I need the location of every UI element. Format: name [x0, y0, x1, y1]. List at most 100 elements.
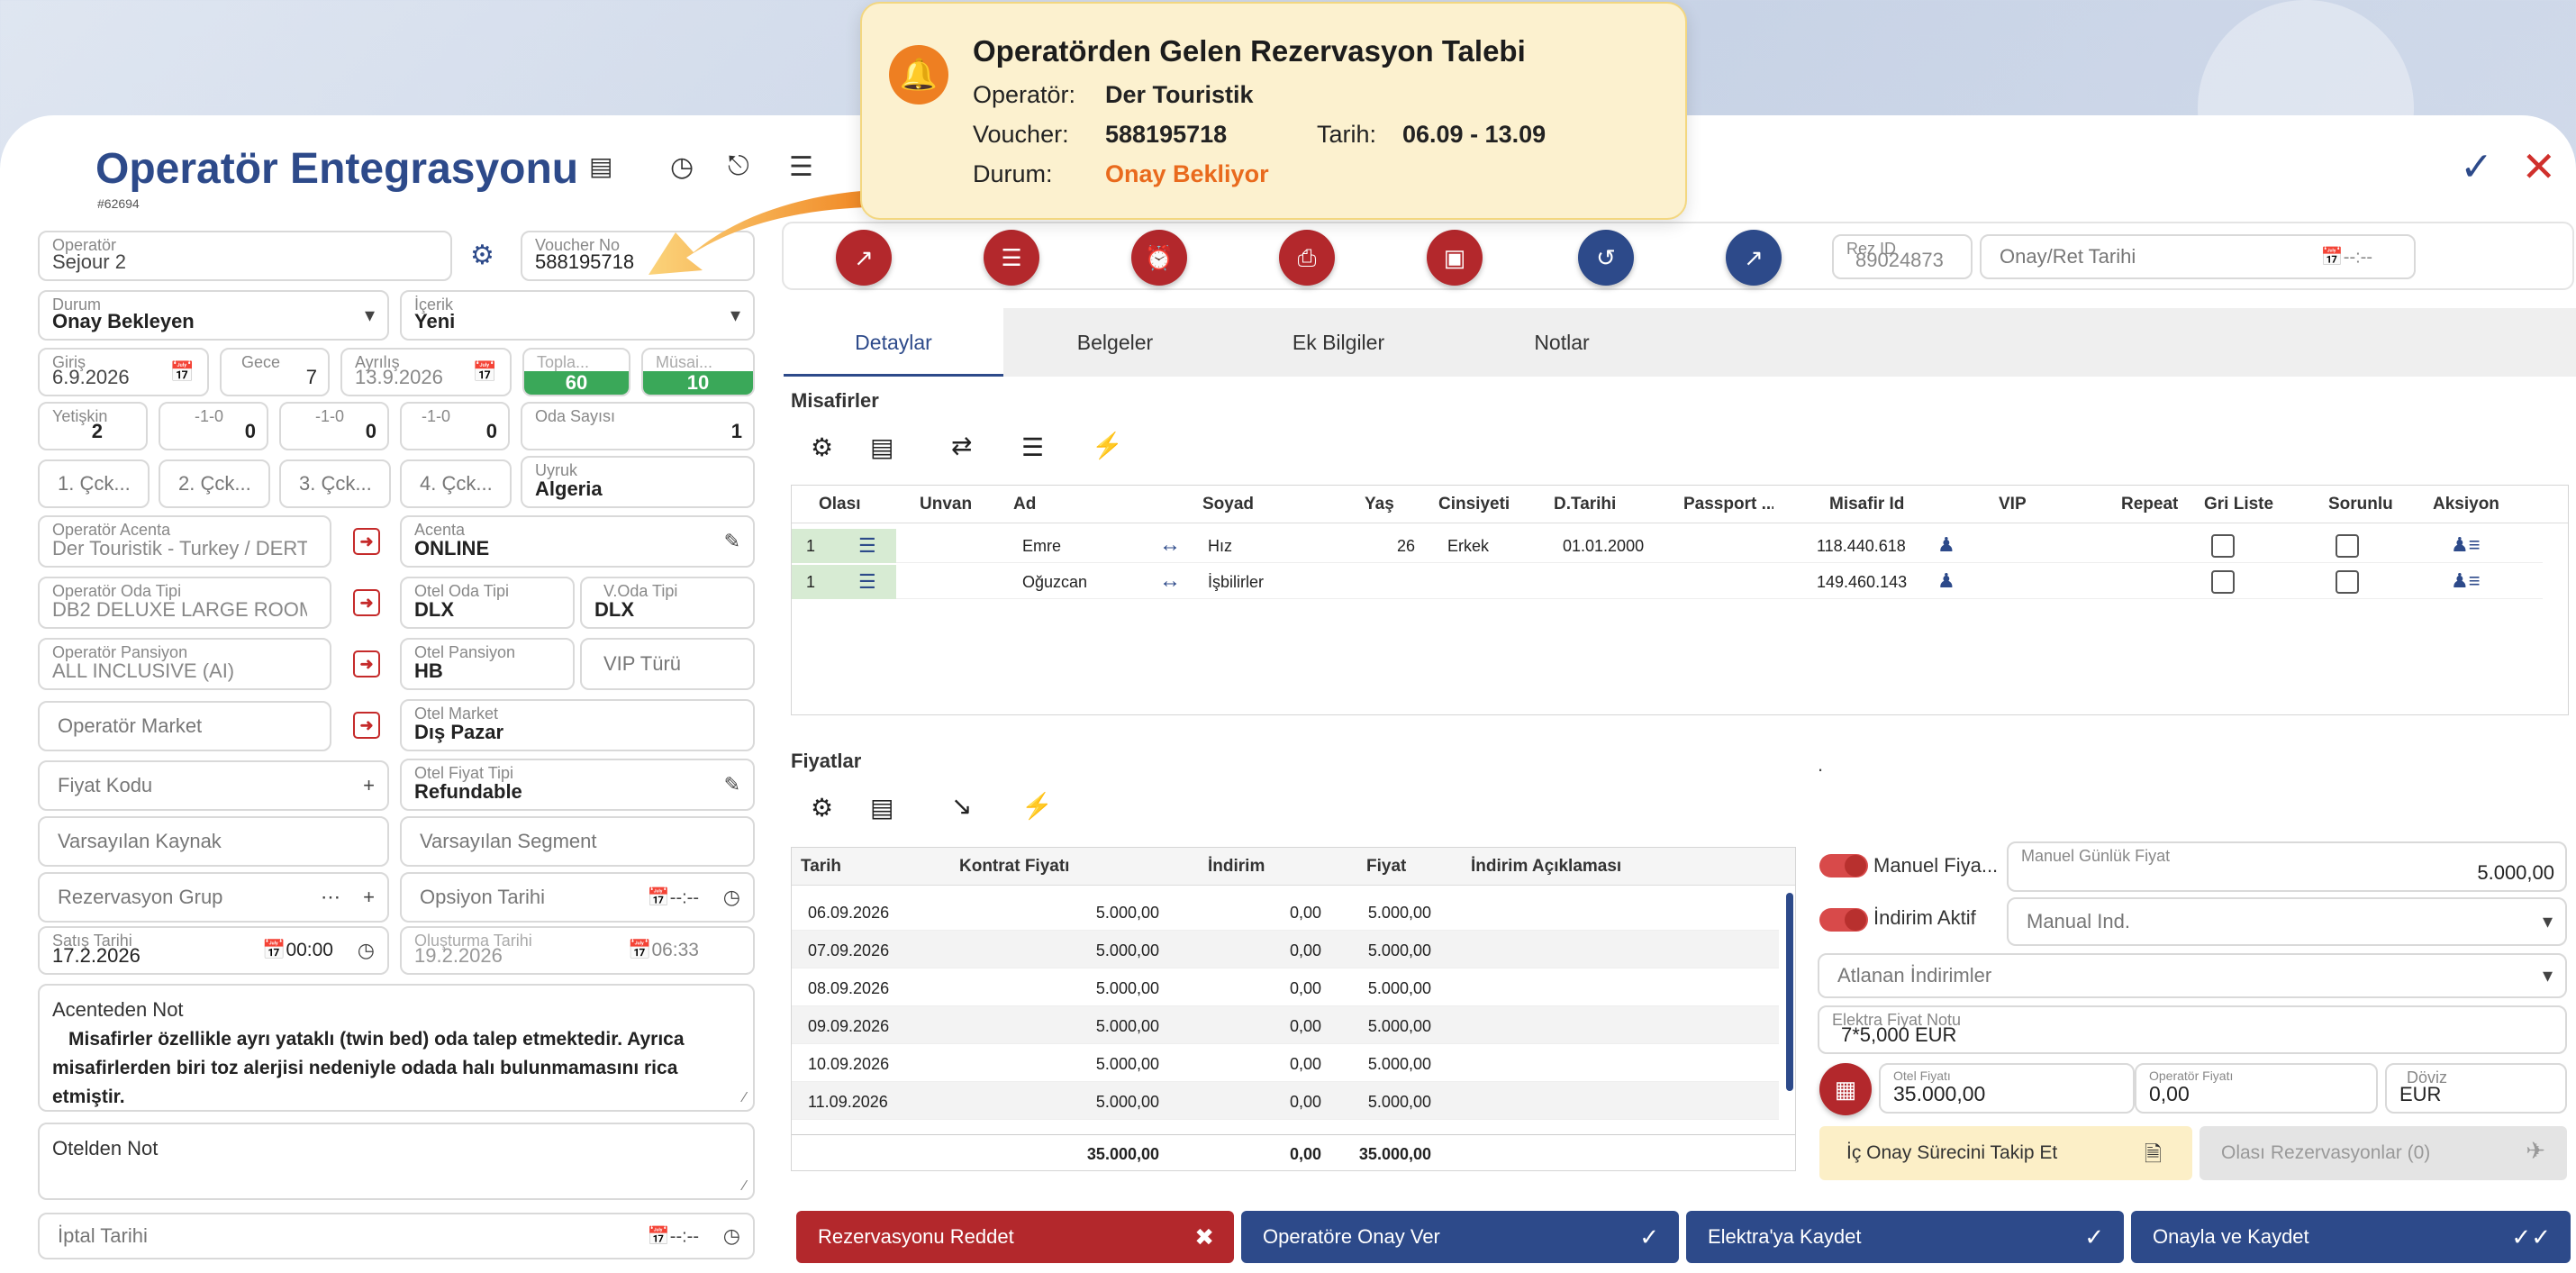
- iptal-tarihi-field[interactable]: İptal Tarihi 📅--:-- ◷: [38, 1213, 755, 1259]
- gece-field[interactable]: Gece 7: [220, 348, 330, 396]
- tab-belgeler[interactable]: Belgeler: [1007, 308, 1223, 377]
- more-dots-icon[interactable]: ⋯: [321, 886, 340, 909]
- calendar-icon[interactable]: 📅: [473, 360, 497, 384]
- settings-gear-icon[interactable]: ⚙: [811, 793, 833, 823]
- map-market-button[interactable]: ➜: [353, 712, 380, 739]
- calendar-icon[interactable]: 📅: [262, 940, 286, 960]
- cocuk1-field[interactable]: -1-0 0: [159, 402, 268, 450]
- database-icon[interactable]: ▤: [870, 432, 893, 462]
- ayrilis-date-field[interactable]: Ayrılış 13.9.2026 📅: [340, 348, 512, 396]
- otel-pansiyon-field[interactable]: Otel Pansiyon HB: [400, 638, 575, 690]
- manual-ind-select[interactable]: Manual Ind. ▾: [2007, 897, 2567, 946]
- map-oda-tipi-button[interactable]: ➜: [353, 589, 380, 616]
- swap-arrows-icon[interactable]: ⇄: [951, 431, 972, 460]
- list-icon[interactable]: ☰: [984, 230, 1039, 286]
- history-restore-icon[interactable]: ↺: [1578, 230, 1634, 286]
- acenta-field[interactable]: Acenta ONLINE ✎: [400, 515, 755, 568]
- map-pansiyon-button[interactable]: ➜: [353, 650, 380, 677]
- operator-pansiyon-field[interactable]: Operatör Pansiyon ALL INCLUSIVE (AI): [38, 638, 331, 690]
- resize-handle-icon[interactable]: ∕: [743, 1178, 746, 1195]
- olasi-rezervasyonlar-button[interactable]: Olası Rezervasyonlar (0) ✈: [2200, 1126, 2567, 1180]
- gri-liste-checkbox[interactable]: [2211, 570, 2235, 594]
- operator-oda-tipi-field[interactable]: Operatör Oda Tipi DB2 DELUXE LARGE ROOM …: [38, 577, 331, 629]
- icerik-select[interactable]: İçerik Yeni ▾: [400, 290, 755, 341]
- print-icon[interactable]: ⎙: [1279, 230, 1335, 286]
- uyruk-field[interactable]: Uyruk Algeria: [521, 456, 755, 508]
- confirm-check-icon[interactable]: ✓: [2460, 144, 2493, 190]
- operator-market-field[interactable]: Operatör Market: [38, 701, 331, 751]
- vip-turu-field[interactable]: VIP Türü: [580, 638, 755, 690]
- resize-handle-icon[interactable]: ∕: [743, 1090, 746, 1106]
- person-icon[interactable]: ♟: [1937, 569, 1955, 593]
- alarm-clock-icon[interactable]: ⏰: [1131, 230, 1187, 286]
- calculator-icon[interactable]: ▦: [1819, 1063, 1872, 1115]
- indirim-aktif-toggle[interactable]: [1819, 908, 1868, 932]
- ticket-icon[interactable]: ▣: [1427, 230, 1483, 286]
- calendar-icon[interactable]: 📅: [170, 360, 195, 384]
- plus-icon[interactable]: +: [363, 774, 375, 797]
- elektra-fiyat-notu-field[interactable]: Elektra Fiyat Notu 7*5,000 EUR: [1818, 1005, 2567, 1054]
- close-icon[interactable]: ✕: [2521, 142, 2556, 191]
- clock-icon[interactable]: ◷: [358, 939, 375, 962]
- calendar-icon[interactable]: 📅: [648, 888, 670, 908]
- yetiskin-field[interactable]: Yetişkin 2: [38, 402, 148, 450]
- elektraya-kaydet-button[interactable]: Elektra'ya Kaydet ✓: [1686, 1211, 2124, 1263]
- clock-icon[interactable]: ◷: [723, 1224, 740, 1248]
- sorunlu-checkbox[interactable]: [2336, 534, 2359, 558]
- otel-oda-tipi-field[interactable]: Otel Oda Tipi DLX: [400, 577, 575, 629]
- database-icon[interactable]: ▤: [870, 793, 893, 823]
- scrollbar[interactable]: [1786, 893, 1793, 1091]
- operator-field[interactable]: Operatör Sejour 2: [38, 231, 452, 281]
- manuel-fiyat-toggle[interactable]: [1819, 854, 1868, 877]
- rezervasyon-grup-field[interactable]: Rezervasyon Grup ⋯ +: [38, 872, 389, 923]
- guest-list-icon[interactable]: ☰: [1021, 432, 1044, 462]
- otel-fiyat-tipi-field[interactable]: Otel Fiyat Tipi Refundable ✎: [400, 759, 755, 811]
- operator-acenta-field[interactable]: Operatör Acenta Der Touristik - Turkey /…: [38, 515, 331, 568]
- person-icon[interactable]: ♟: [1937, 533, 1955, 557]
- plus-icon[interactable]: +: [363, 886, 375, 909]
- v-oda-tipi-field[interactable]: V.Oda Tipi DLX: [580, 577, 755, 629]
- cocuk2-age-field[interactable]: 2. Çck...: [159, 459, 270, 508]
- cocuk3-field[interactable]: -1-0 0: [400, 402, 510, 450]
- clock-icon[interactable]: ◷: [723, 886, 740, 909]
- lock-icon[interactable]: ⎋: [728, 151, 749, 182]
- operator-settings-gear-icon[interactable]: ⚙: [470, 240, 494, 271]
- guest-action-icon[interactable]: ♟≡: [2451, 533, 2481, 557]
- onay-ret-tarihi-field[interactable]: Onay/Ret Tarihi 📅--:--: [1980, 234, 2416, 279]
- tab-detaylar[interactable]: Detaylar: [784, 308, 1003, 377]
- cocuk1-age-field[interactable]: 1. Çck...: [38, 459, 150, 508]
- opsiyon-tarihi-field[interactable]: Opsiyon Tarihi 📅--:-- ◷: [400, 872, 755, 923]
- database-icon[interactable]: ▤: [589, 151, 612, 181]
- otel-market-field[interactable]: Otel Market Dış Pazar: [400, 699, 755, 751]
- atlanan-indirimler-select[interactable]: Atlanan İndirimler ▾: [1818, 953, 2567, 998]
- reddet-button[interactable]: Rezervasyonu Reddet ✖: [796, 1211, 1234, 1263]
- history-icon[interactable]: ◷: [670, 151, 694, 183]
- map-acenta-button[interactable]: ➜: [353, 528, 380, 555]
- cocuk3-age-field[interactable]: 3. Çck...: [279, 459, 391, 508]
- guest-action-icon[interactable]: ♟≡: [2451, 569, 2481, 593]
- operatore-onay-button[interactable]: Operatöre Onay Ver ✓: [1241, 1211, 1679, 1263]
- manuel-gunluk-fiyat-field[interactable]: Manuel Günlük Fiyat 5.000,00: [2007, 841, 2567, 892]
- varsayilan-segment-field[interactable]: Varsayılan Segment: [400, 816, 755, 867]
- open-external-icon[interactable]: ↗: [1726, 230, 1782, 286]
- varsayilan-kaynak-field[interactable]: Varsayılan Kaynak: [38, 816, 389, 867]
- gri-liste-checkbox[interactable]: [2211, 534, 2235, 558]
- otelden-not-textarea[interactable]: Otelden Not ∕: [38, 1123, 755, 1200]
- sorunlu-checkbox[interactable]: [2336, 570, 2359, 594]
- ic-onay-button[interactable]: İç Onay Sürecini Takip Et 🗎: [1819, 1126, 2192, 1180]
- durum-select[interactable]: Durum Onay Bekleyen ▾: [38, 290, 389, 341]
- acenteden-not-textarea[interactable]: Acenteden Not Misafirler özellikle ayrı …: [38, 984, 755, 1112]
- cocuk4-age-field[interactable]: 4. Çck...: [400, 459, 512, 508]
- calendar-icon[interactable]: 📅: [648, 1227, 670, 1247]
- settings-gear-icon[interactable]: ⚙: [811, 432, 833, 462]
- onayla-kaydet-button[interactable]: Onayla ve Kaydet ✓✓: [2131, 1211, 2571, 1263]
- tab-ek-bilgiler[interactable]: Ek Bilgiler: [1230, 308, 1447, 377]
- list-icon[interactable]: ☰: [858, 570, 876, 594]
- giris-date-field[interactable]: Giriş 6.9.2026 📅: [38, 348, 209, 396]
- satis-tarihi-field[interactable]: Satış Tarihi 17.2.2026 📅00:00 ◷: [38, 926, 389, 975]
- swap-name-icon[interactable]: ↔: [1159, 532, 1181, 558]
- edit-pencil-icon[interactable]: ✎: [724, 530, 740, 553]
- tab-notlar[interactable]: Notlar: [1454, 308, 1670, 377]
- fiyat-kodu-field[interactable]: Fiyat Kodu +: [38, 760, 389, 811]
- trend-down-icon[interactable]: ↘: [951, 791, 972, 821]
